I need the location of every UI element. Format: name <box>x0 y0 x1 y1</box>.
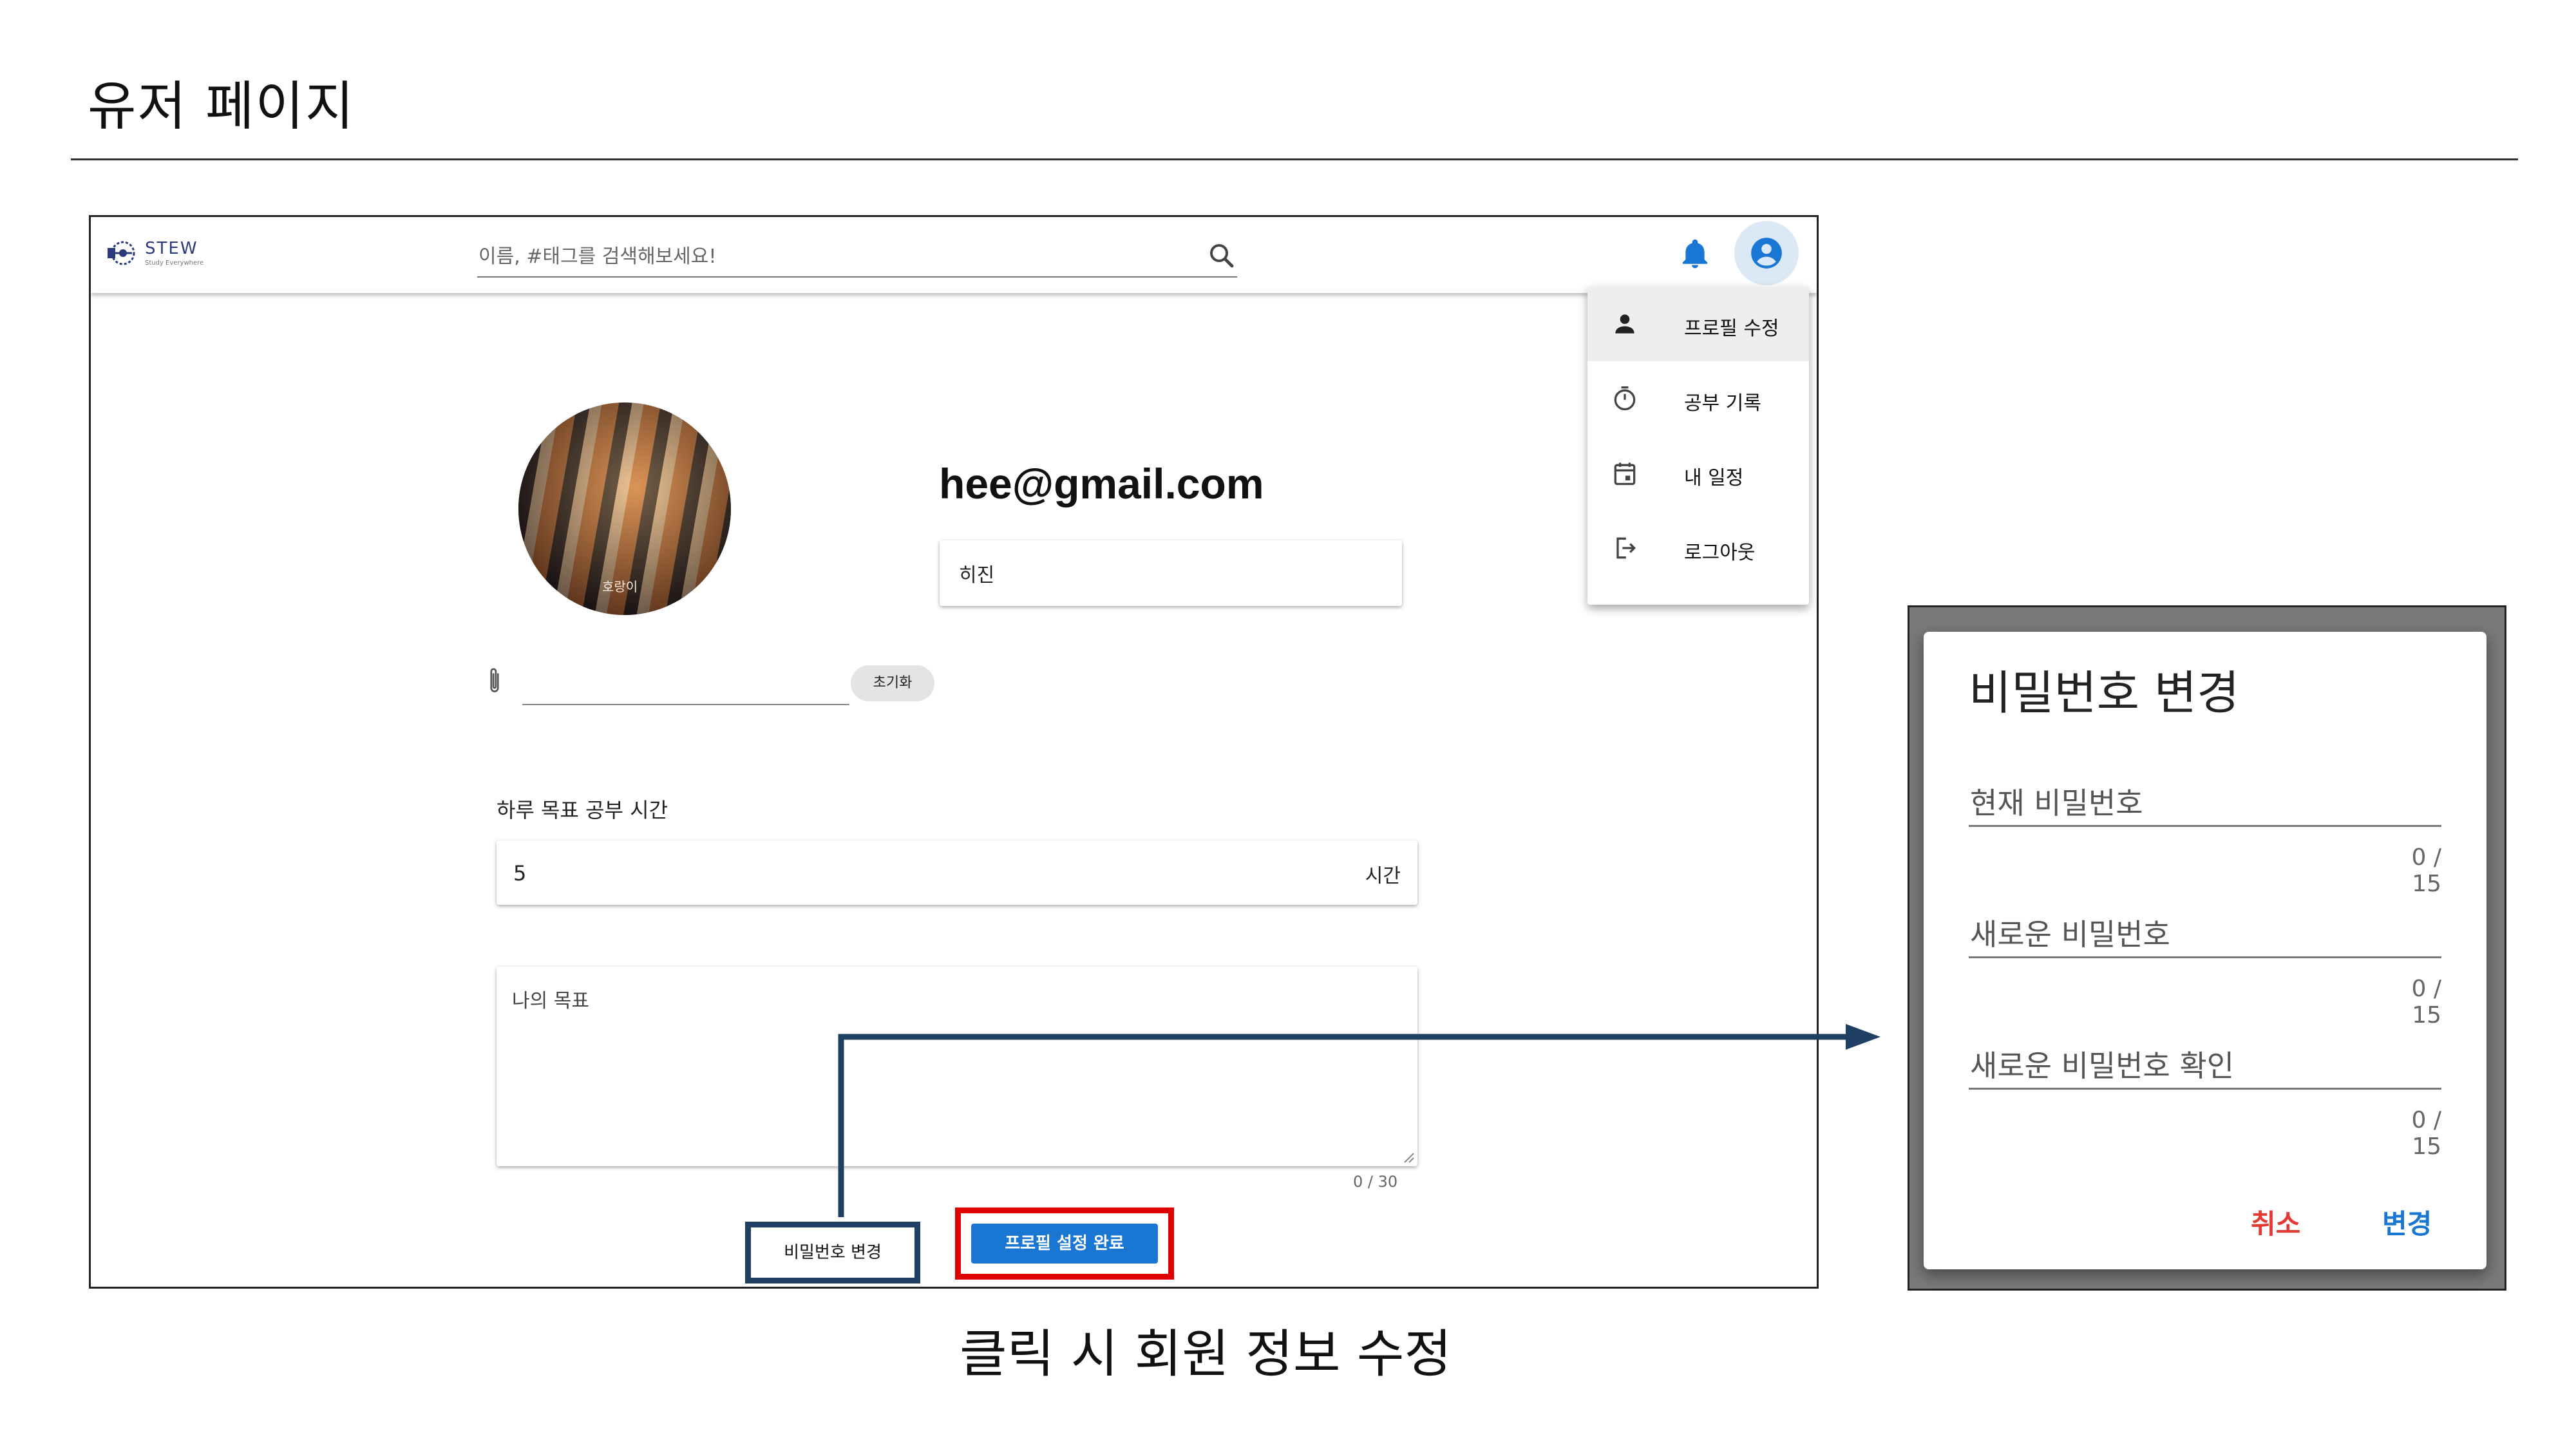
new-password-input[interactable] <box>1969 915 2444 954</box>
dialog-cancel-button[interactable]: 취소 <box>2251 1202 2300 1242</box>
search-input[interactable] <box>477 242 1188 271</box>
current-password-counter: 0 / 15 <box>2411 844 2441 897</box>
resize-handle-icon[interactable] <box>1402 1151 1415 1164</box>
menu-item-edit-profile[interactable]: 프로필 수정 <box>1587 287 1809 361</box>
daily-goal-input[interactable] <box>512 858 1287 888</box>
app-screenshot: STEW Study Everywhere 호랑이 hee@gmail.com <box>89 215 1819 1289</box>
new-password-counter: 0 / 15 <box>2411 976 2441 1028</box>
nickname-field <box>940 540 1402 606</box>
account-button[interactable] <box>1734 221 1799 285</box>
paperclip-icon[interactable] <box>484 665 506 697</box>
change-password-button[interactable]: 비밀번호 변경 <box>745 1222 920 1283</box>
reset-button[interactable]: 초기화 <box>851 665 934 701</box>
confirm-password-input[interactable] <box>1969 1046 2444 1085</box>
file-input[interactable] <box>522 668 849 705</box>
menu-item-label: 프로필 수정 <box>1684 317 1779 340</box>
confirm-password-field <box>1969 1043 2444 1090</box>
slide-caption: 클릭 시 회원 정보 수정 <box>960 1324 1452 1384</box>
my-goal-field <box>497 967 1417 1166</box>
person-icon <box>1615 314 1634 334</box>
menu-item-logout[interactable]: 로그아웃 <box>1587 511 1809 585</box>
confirm-password-counter: 0 / 15 <box>2411 1107 2441 1160</box>
logo-mark-icon <box>108 241 135 265</box>
app-bar: STEW Study Everywhere <box>91 217 1817 293</box>
profile-avatar[interactable]: 호랑이 <box>518 402 731 615</box>
dialog-change-button[interactable]: 변경 <box>2382 1202 2432 1242</box>
search-bar <box>477 238 1237 278</box>
dialog-screenshot: 비밀번호 변경 0 / 15 0 / 15 0 / 15 취소 변경 <box>1908 605 2506 1291</box>
user-menu: 프로필 수정 공부 기록 내 일정 로그아웃 <box>1587 287 1809 605</box>
slide-title: 유저 페이지 <box>88 76 355 137</box>
calendar-icon <box>1614 462 1636 486</box>
bell-icon[interactable] <box>1678 236 1712 271</box>
timer-icon <box>1614 386 1636 411</box>
menu-item-label: 내 일정 <box>1684 467 1744 489</box>
dialog-title: 비밀번호 변경 <box>1969 666 2240 720</box>
nickname-input[interactable] <box>958 558 1379 588</box>
title-divider <box>71 158 2518 160</box>
avatar-caption: 호랑이 <box>602 579 638 594</box>
daily-goal-suffix: 시간 <box>1365 865 1401 887</box>
my-goal-textarea[interactable] <box>511 983 1402 1147</box>
password-dialog: 비밀번호 변경 0 / 15 0 / 15 0 / 15 취소 변경 <box>1924 632 2486 1269</box>
current-password-field <box>1969 780 2444 827</box>
current-password-input[interactable] <box>1969 784 2444 822</box>
complete-profile-button[interactable]: 프로필 설정 완료 <box>971 1224 1158 1264</box>
search-icon[interactable] <box>1206 240 1237 271</box>
logout-icon <box>1616 537 1636 559</box>
logo-text: STEW <box>145 239 198 258</box>
account-circle-icon <box>1751 238 1782 269</box>
menu-item-label: 공부 기록 <box>1684 392 1761 415</box>
complete-button-highlight: 프로필 설정 완료 <box>955 1208 1174 1280</box>
menu-item-my-schedule[interactable]: 내 일정 <box>1587 436 1809 511</box>
user-email: hee@gmail.com <box>939 460 1264 507</box>
my-goal-counter: 0 / 30 <box>1353 1173 1398 1191</box>
daily-goal-label: 하루 목표 공부 시간 <box>497 798 668 822</box>
menu-item-label: 로그아웃 <box>1684 542 1756 564</box>
stew-logo[interactable]: STEW Study Everywhere <box>106 235 216 274</box>
logo-tagline: Study Everywhere <box>145 260 204 267</box>
daily-goal-field: 시간 <box>497 840 1417 905</box>
new-password-field <box>1969 911 2444 958</box>
menu-item-study-record[interactable]: 공부 기록 <box>1587 361 1809 436</box>
